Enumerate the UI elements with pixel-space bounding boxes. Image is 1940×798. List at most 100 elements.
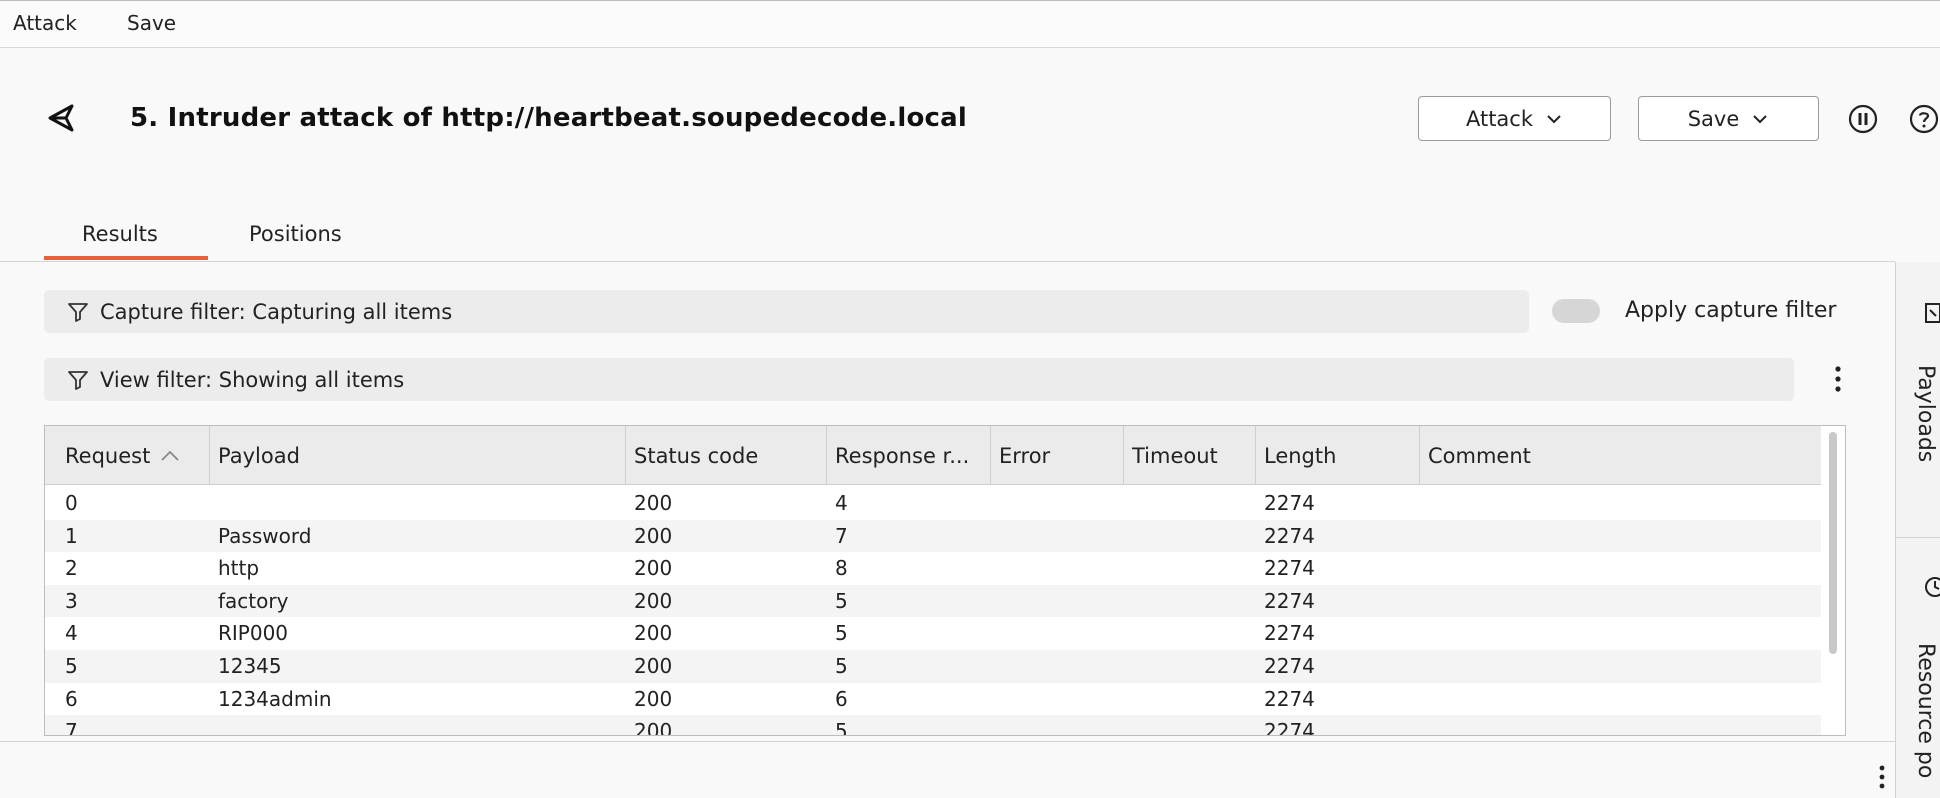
column-header-comment[interactable]: Comment xyxy=(1420,426,1821,485)
menu-attack[interactable]: Attack xyxy=(13,11,77,35)
column-header-label: Payload xyxy=(218,443,300,468)
save-button-label: Save xyxy=(1687,106,1740,131)
save-dropdown-button[interactable]: Save xyxy=(1638,96,1819,141)
capture-filter-bar[interactable]: Capture filter: Capturing all items xyxy=(44,290,1529,333)
cell-length: 2274 xyxy=(1264,588,1315,613)
side-panel-divider xyxy=(1896,537,1940,538)
cell-request: 3 xyxy=(65,588,78,613)
results-table: Request Payload Status code Response r..… xyxy=(44,425,1846,736)
tab-results[interactable]: Results xyxy=(82,222,158,246)
table-row[interactable]: 0 200 4 2274 xyxy=(45,487,1821,520)
cell-request: 2 xyxy=(65,556,78,581)
cell-request: 5 xyxy=(65,654,78,678)
cell-response: 5 xyxy=(835,621,848,646)
apply-capture-filter-toggle[interactable] xyxy=(1552,299,1600,323)
help-icon[interactable] xyxy=(1908,103,1940,135)
table-row[interactable]: 4 RIP000 200 5 2274 xyxy=(45,617,1821,650)
column-header-error[interactable]: Error xyxy=(991,426,1124,485)
bottom-more-options-icon[interactable] xyxy=(1877,764,1887,790)
tabs-divider xyxy=(0,261,1895,262)
cell-response: 6 xyxy=(835,686,848,711)
attack-button-label: Attack xyxy=(1465,106,1534,131)
column-header-status-code[interactable]: Status code xyxy=(626,426,827,485)
table-row[interactable]: 2 http 200 8 2274 xyxy=(45,552,1821,585)
cell-status: 200 xyxy=(634,491,673,515)
table-scrollbar[interactable] xyxy=(1821,426,1845,735)
cell-payload: Password xyxy=(218,523,312,548)
intruder-icon xyxy=(48,104,74,132)
table-row[interactable]: 7 200 5 2274 xyxy=(45,715,1821,736)
view-filter-label: View filter: Showing all items xyxy=(100,367,405,392)
cell-status: 200 xyxy=(634,686,673,711)
menu-save[interactable]: Save xyxy=(127,11,176,35)
table-row[interactable]: 6 1234admin 200 6 2274 xyxy=(45,683,1821,716)
filter-icon xyxy=(68,370,88,390)
apply-capture-filter-label: Apply capture filter xyxy=(1625,298,1837,323)
cell-response: 8 xyxy=(835,556,848,581)
page-title: 5. Intruder attack of http://heartbeat.s… xyxy=(130,103,967,133)
cell-request: 0 xyxy=(65,491,78,515)
column-header-response-received[interactable]: Response r... xyxy=(827,426,991,485)
cell-payload: factory xyxy=(218,588,289,613)
cell-status: 200 xyxy=(634,654,673,678)
tab-positions[interactable]: Positions xyxy=(249,222,342,246)
chevron-down-icon xyxy=(1753,114,1767,123)
table-row[interactable]: 5 12345 200 5 2274 xyxy=(45,650,1821,683)
attack-dropdown-button[interactable]: Attack xyxy=(1418,96,1611,141)
cell-length: 2274 xyxy=(1264,686,1315,711)
side-panel: Payloads Resource po xyxy=(1895,262,1940,798)
cell-length: 2274 xyxy=(1264,523,1315,548)
chevron-down-icon xyxy=(1547,114,1561,123)
filter-icon xyxy=(68,302,88,322)
column-header-payload[interactable]: Payload xyxy=(210,426,626,485)
cell-length: 2274 xyxy=(1264,654,1315,678)
column-header-label: Timeout xyxy=(1132,443,1218,468)
cell-length: 2274 xyxy=(1264,621,1315,646)
column-header-label: Request xyxy=(65,443,151,468)
table-row[interactable]: 1 Password 200 7 2274 xyxy=(45,519,1821,553)
cell-status: 200 xyxy=(634,621,673,646)
bottom-divider xyxy=(0,741,1895,742)
cell-request: 1 xyxy=(65,523,78,548)
cell-response: 5 xyxy=(835,719,848,736)
column-header-label: Length xyxy=(1264,443,1337,468)
column-header-timeout[interactable]: Timeout xyxy=(1124,426,1256,485)
table-row[interactable]: 3 factory 200 5 2274 xyxy=(45,584,1821,618)
cell-length: 2274 xyxy=(1264,719,1315,736)
active-tab-indicator xyxy=(44,256,208,260)
cell-response: 5 xyxy=(835,588,848,613)
table-header: Request Payload Status code Response r..… xyxy=(45,426,1821,485)
cell-payload: http xyxy=(218,556,260,581)
resource-pool-icon[interactable] xyxy=(1922,574,1940,600)
pause-icon[interactable] xyxy=(1847,103,1879,135)
column-header-label: Status code xyxy=(634,443,759,468)
scrollbar-thumb[interactable] xyxy=(1829,432,1837,654)
payloads-icon[interactable] xyxy=(1922,300,1940,326)
capture-filter-label: Capture filter: Capturing all items xyxy=(100,299,453,324)
cell-status: 200 xyxy=(634,588,673,613)
cell-request: 4 xyxy=(65,621,78,646)
side-tab-payloads[interactable]: Payloads xyxy=(1913,365,1938,462)
column-header-length[interactable]: Length xyxy=(1256,426,1420,485)
column-header-label: Error xyxy=(999,443,1051,468)
cell-status: 200 xyxy=(634,556,673,581)
side-tab-resource-pool[interactable]: Resource po xyxy=(1913,643,1938,778)
cell-request: 7 xyxy=(65,719,78,736)
cell-length: 2274 xyxy=(1264,556,1315,581)
view-filter-bar[interactable]: View filter: Showing all items xyxy=(44,358,1794,401)
cell-length: 2274 xyxy=(1264,491,1315,515)
cell-response: 7 xyxy=(835,523,848,548)
cell-status: 200 xyxy=(634,523,673,548)
menu-bar: Attack Save xyxy=(0,0,1940,48)
cell-request: 6 xyxy=(65,686,78,711)
more-options-icon[interactable] xyxy=(1833,365,1843,393)
cell-response: 4 xyxy=(835,491,848,515)
cell-payload: 12345 xyxy=(218,654,282,678)
column-header-label: Comment xyxy=(1428,443,1531,468)
column-header-request[interactable]: Request xyxy=(45,426,210,485)
cell-payload: RIP000 xyxy=(218,621,289,646)
cell-status: 200 xyxy=(634,719,673,736)
column-header-label: Response r... xyxy=(835,443,970,468)
sort-ascending-icon xyxy=(161,450,179,461)
cell-response: 5 xyxy=(835,654,848,678)
